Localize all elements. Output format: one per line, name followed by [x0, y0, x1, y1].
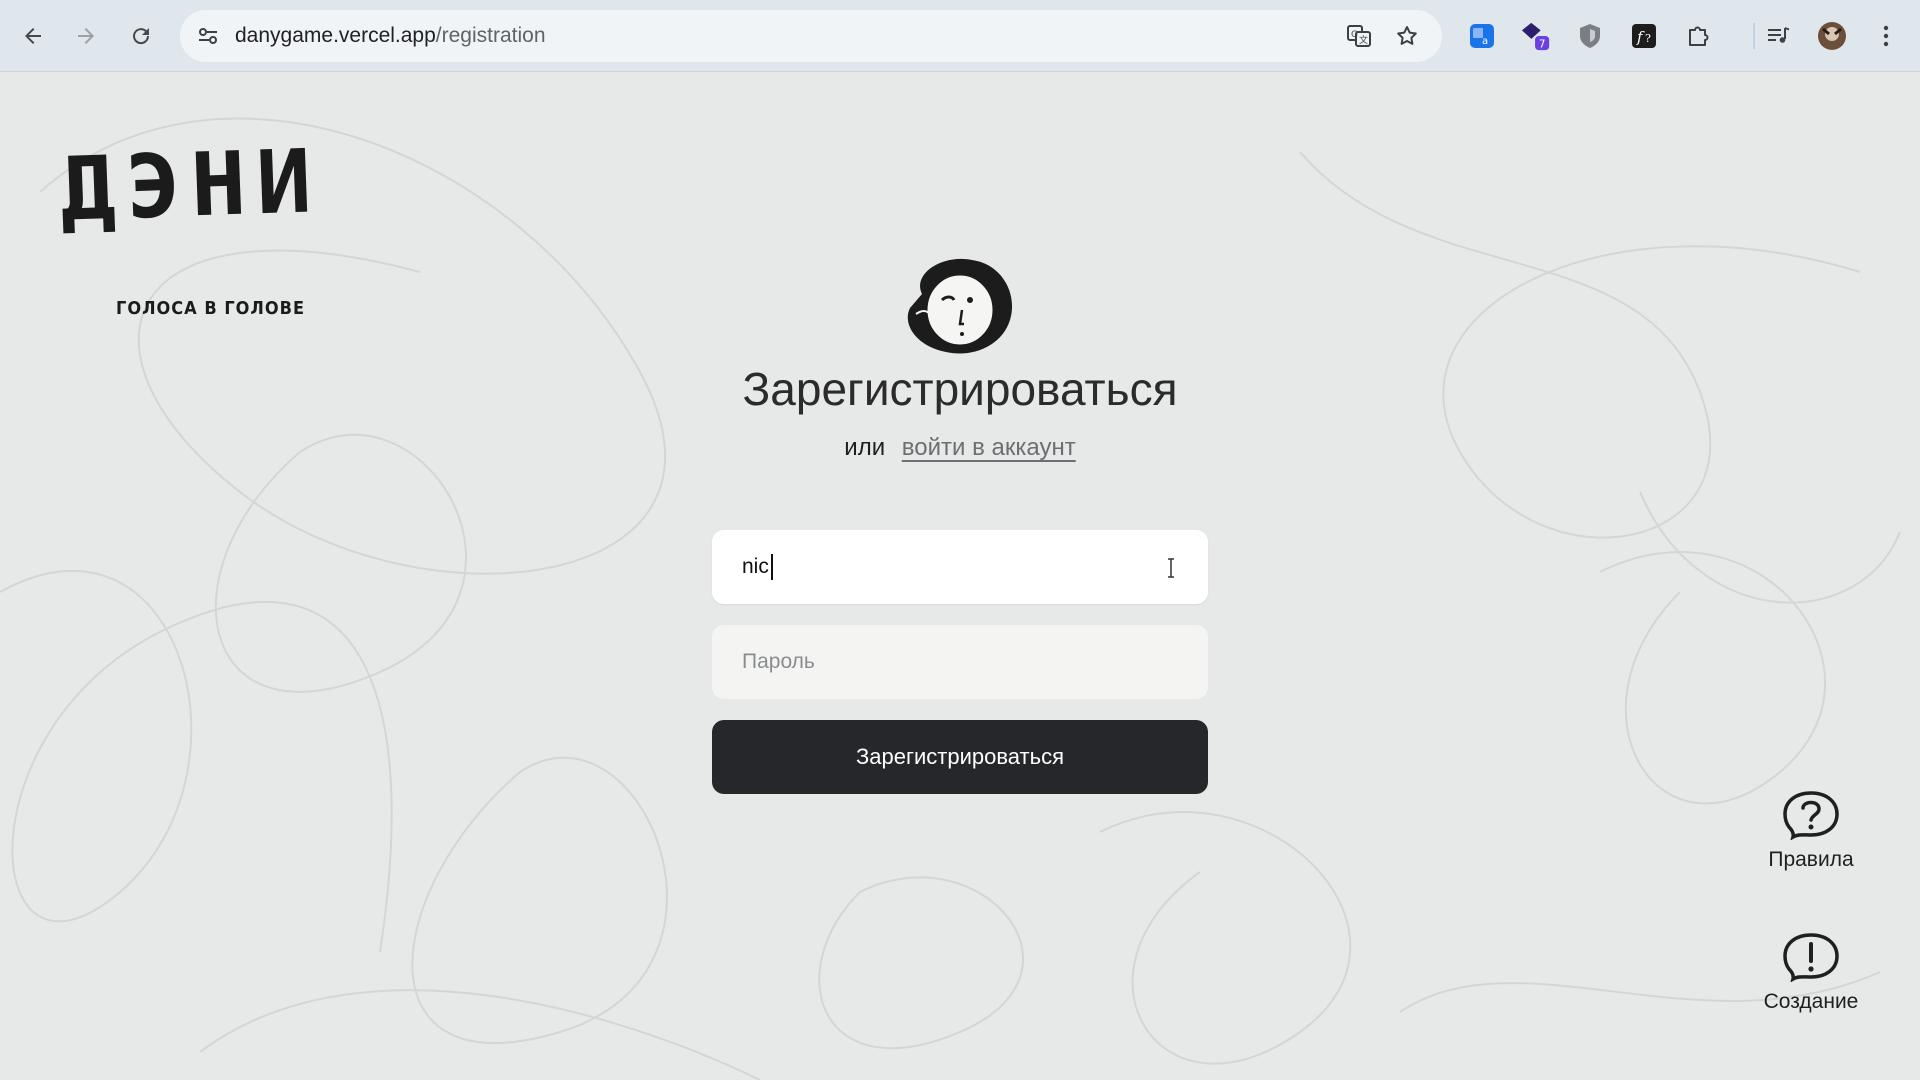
logo-tagline: ГОЛОСА В ГОЛОВЕ	[116, 298, 306, 319]
login-link[interactable]: войти в аккаунт	[902, 434, 1076, 461]
url-path: /registration	[435, 24, 546, 47]
fx-extension-icon[interactable]: f?	[1628, 20, 1660, 52]
back-arrow-icon[interactable]	[15, 18, 51, 54]
extension-badge: 7	[1539, 38, 1546, 50]
forward-arrow-icon[interactable]	[68, 18, 104, 54]
brand-logo[interactable]: ДЭНИ ГОЛОСА В ГОЛОВЕ	[58, 130, 340, 319]
page-content: ДЭНИ ГОЛОСА В ГОЛОВЕ Зарегистрироваться …	[0, 72, 1920, 1080]
extensions-puzzle-icon[interactable]	[1682, 20, 1714, 52]
text-caret	[771, 554, 773, 580]
or-text: или	[844, 434, 886, 461]
rules-label: Правила	[1768, 848, 1854, 871]
mascot-face-icon	[907, 258, 1013, 354]
more-menu-icon[interactable]	[1870, 20, 1902, 52]
url-text: danygame.vercel.app/registration	[235, 24, 546, 48]
svg-text:?: ?	[1645, 32, 1651, 45]
url-host: danygame.vercel.app	[235, 24, 436, 47]
register-button[interactable]: Зарегистрироваться	[712, 720, 1208, 794]
address-bar[interactable]: danygame.vercel.app/registration G文	[180, 10, 1442, 62]
login-prompt: или войти в аккаунт	[0, 434, 1920, 462]
page-title: Зарегистрироваться	[742, 363, 1178, 415]
shield-extension-icon[interactable]	[1574, 20, 1606, 52]
text-cursor-icon	[1168, 558, 1174, 578]
svg-text:a: a	[1482, 36, 1488, 47]
media-controls-icon[interactable]	[1762, 20, 1794, 52]
bookmark-star-icon[interactable]	[1393, 22, 1421, 50]
rules-button[interactable]: Правила	[1752, 790, 1870, 872]
translator-extension-icon[interactable]: a	[1466, 20, 1498, 52]
browser-toolbar: danygame.vercel.app/registration G文 a 7 …	[0, 0, 1920, 72]
reload-icon[interactable]	[123, 18, 159, 54]
translate-icon[interactable]: G文	[1345, 22, 1373, 50]
login-input[interactable]	[712, 530, 1208, 604]
svg-text:文: 文	[1359, 34, 1368, 46]
password-input[interactable]	[712, 625, 1208, 699]
site-settings-icon[interactable]	[196, 24, 220, 48]
create-button[interactable]: Создание	[1752, 932, 1870, 1014]
profile-avatar[interactable]	[1816, 20, 1848, 52]
extension-7-icon[interactable]: 7	[1520, 20, 1552, 52]
exclamation-bubble-icon	[1783, 933, 1839, 982]
create-label: Создание	[1763, 990, 1859, 1013]
svg-text:G: G	[1351, 30, 1358, 40]
question-bubble-icon	[1783, 791, 1839, 840]
logo-title: ДЭНИ	[58, 130, 324, 241]
